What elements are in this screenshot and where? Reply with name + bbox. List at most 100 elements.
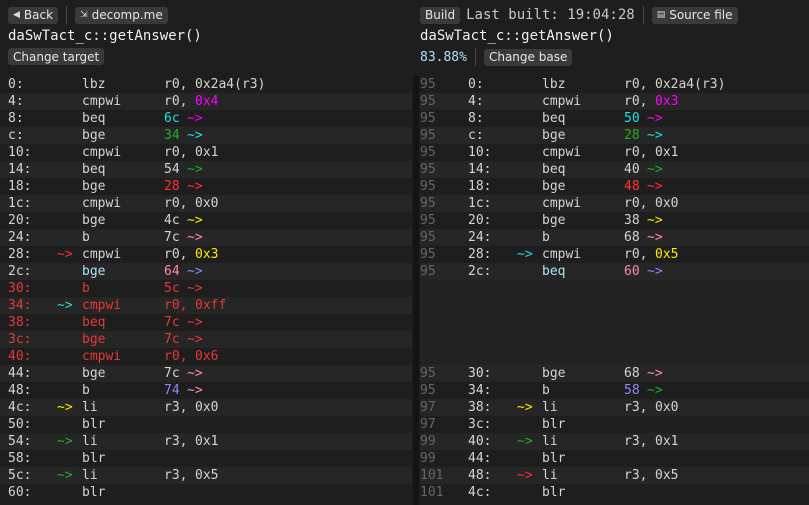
asm-line[interactable]: 95 c: bge 28 ~>	[420, 127, 809, 144]
asm-operand: 0x2a4(r3)	[655, 77, 726, 92]
asm-line[interactable]: 60: blr	[0, 484, 412, 501]
asm-address: 4:	[468, 94, 484, 109]
asm-mnemonic: cmpwi	[82, 298, 122, 313]
asm-line[interactable]: 3c: bge 7c ~>	[0, 331, 412, 348]
asm-line[interactable]: 10: cmpwi r0, 0x1	[0, 144, 412, 161]
back-arrow-icon: ◀	[13, 10, 20, 20]
source-line-number: 95	[420, 264, 436, 279]
branch-arrow: ~>	[647, 162, 663, 177]
build-button[interactable]: Build	[420, 6, 461, 24]
asm-mnemonic: bge	[82, 128, 106, 143]
asm-line[interactable]: 1c: cmpwi r0, 0x0	[0, 195, 412, 212]
asm-line[interactable]: 99 40: ~> li r3, 0x1	[420, 433, 809, 450]
asm-address: 10:	[8, 145, 32, 160]
asm-line[interactable]: 99 44: blr	[420, 450, 809, 467]
asm-line[interactable]: 95 8: beq 50 ~>	[420, 110, 809, 127]
change-target-button[interactable]: Change target	[8, 48, 105, 65]
asm-line[interactable]: 95 10: cmpwi r0, 0x1	[420, 144, 809, 161]
asm-line[interactable]: 14: beq 54 ~>	[0, 161, 412, 178]
asm-line[interactable]: 40: cmpwi r0, 0x6	[0, 348, 412, 365]
source-file-button[interactable]: ▤ Source file	[651, 6, 738, 24]
branch-arrow: ~>	[187, 366, 203, 381]
asm-mnemonic: b	[542, 230, 550, 245]
asm-line[interactable]	[420, 331, 809, 348]
asm-line[interactable]: 101 48: ~> li r3, 0x5	[420, 467, 809, 484]
asm-line[interactable]: 0: lbz r0, 0x2a4(r3)	[0, 76, 412, 93]
asm-line[interactable]: 28: ~> cmpwi r0, 0x3	[0, 246, 412, 263]
source-line-number: 95	[420, 77, 436, 92]
asm-line[interactable]: 24: b 7c ~>	[0, 229, 412, 246]
asm-mnemonic: li	[542, 468, 558, 483]
asm-line[interactable]: 95 1c: cmpwi r0, 0x0	[420, 195, 809, 212]
base-header: Build Last built: 19:04:28 ▤ Source file …	[420, 0, 809, 68]
asm-line[interactable]: c: bge 34 ~>	[0, 127, 412, 144]
asm-line[interactable]: 95 0: lbz r0, 0x2a4(r3)	[420, 76, 809, 93]
asm-address: 4:	[8, 94, 24, 109]
asm-address: 20:	[8, 213, 32, 228]
asm-line[interactable]: 34: ~> cmpwi r0, 0xff	[0, 297, 412, 314]
asm-line[interactable]: 95 14: beq 40 ~>	[420, 161, 809, 178]
asm-line[interactable]: 95 20: bge 38 ~>	[420, 212, 809, 229]
asm-line[interactable]: 97 3c: blr	[420, 416, 809, 433]
asm-line[interactable]: 97 38: ~> li r3, 0x0	[420, 399, 809, 416]
asm-address: 2c:	[8, 264, 32, 279]
asm-mnemonic: cmpwi	[542, 145, 582, 160]
asm-mnemonic: li	[542, 400, 558, 415]
asm-line[interactable]: 95 2c: beq 60 ~>	[420, 263, 809, 280]
panel-resize-handle[interactable]	[413, 76, 419, 505]
asm-line[interactable]: 20: bge 4c ~>	[0, 212, 412, 229]
branch-arrow: ~>	[647, 111, 663, 126]
asm-line[interactable]	[420, 297, 809, 314]
asm-mnemonic: bge	[82, 213, 106, 228]
asm-mnemonic: bge	[82, 332, 106, 347]
asm-line[interactable]: 95 24: b 68 ~>	[420, 229, 809, 246]
asm-operand: 0x3	[195, 247, 219, 262]
asm-address: 8:	[8, 111, 24, 126]
back-button[interactable]: ◀ Back	[8, 6, 59, 24]
branch-target-arrow: ~>	[57, 247, 73, 262]
asm-line[interactable]: 44: bge 7c ~>	[0, 365, 412, 382]
asm-line[interactable]: 95 30: bge 68 ~>	[420, 365, 809, 382]
asm-line[interactable]: 4: cmpwi r0, 0x4	[0, 93, 412, 110]
asm-line[interactable]	[420, 314, 809, 331]
asm-address: 20:	[468, 213, 492, 228]
asm-mnemonic: b	[82, 383, 90, 398]
asm-line[interactable]: 58: blr	[0, 450, 412, 467]
asm-line[interactable]: 48: b 74 ~>	[0, 382, 412, 399]
asm-line[interactable]: 30: b 5c ~>	[0, 280, 412, 297]
asm-mnemonic: li	[82, 468, 98, 483]
asm-operand: 54	[164, 162, 180, 177]
asm-operand: 0x3	[655, 94, 679, 109]
asm-line[interactable]: 95 4: cmpwi r0, 0x3	[420, 93, 809, 110]
asm-line[interactable]: 50: blr	[0, 416, 412, 433]
asm-line[interactable]: 4c: ~> li r3, 0x0	[0, 399, 412, 416]
asm-line[interactable]: 8: beq 6c ~>	[0, 110, 412, 127]
target-assembly-panel: 0: lbz r0, 0x2a4(r3) 4: cmpwi r0, 0x4 8: beq 6c ~> c…	[0, 76, 412, 505]
asm-mnemonic: blr	[542, 485, 566, 500]
asm-line[interactable]: 5c: ~> li r3, 0x5	[0, 467, 412, 484]
decomp-link-button[interactable]: ⇲ decomp.me	[75, 6, 168, 24]
asm-line[interactable]: 18: bge 28 ~>	[0, 178, 412, 195]
branch-arrow: ~>	[187, 162, 203, 177]
asm-line[interactable]: 38: beq 7c ~>	[0, 314, 412, 331]
branch-arrow: ~>	[187, 315, 203, 330]
asm-line[interactable]: 2c: bge 64 ~>	[0, 263, 412, 280]
site-label: decomp.me	[91, 8, 163, 22]
asm-line[interactable]	[420, 348, 809, 365]
target-controls: Change target	[8, 48, 105, 65]
asm-line[interactable]: 95 28: ~> cmpwi r0, 0x5	[420, 246, 809, 263]
asm-operand: 0x5	[195, 468, 219, 483]
asm-operand: 0x0	[655, 196, 679, 211]
asm-operand: 7c	[164, 230, 180, 245]
asm-line[interactable]: 54: ~> li r3, 0x1	[0, 433, 412, 450]
asm-line[interactable]: 95 18: bge 48 ~>	[420, 178, 809, 195]
asm-address: 24:	[468, 230, 492, 245]
asm-mnemonic: beq	[82, 162, 106, 177]
asm-line[interactable]: 95 34: b 58 ~>	[420, 382, 809, 399]
asm-mnemonic: blr	[542, 417, 566, 432]
asm-operand: 64	[164, 264, 180, 279]
branch-target-arrow: ~>	[57, 298, 73, 313]
asm-line[interactable]	[420, 280, 809, 297]
change-base-button[interactable]: Change base	[483, 48, 573, 66]
asm-line[interactable]: 101 4c: blr	[420, 484, 809, 501]
